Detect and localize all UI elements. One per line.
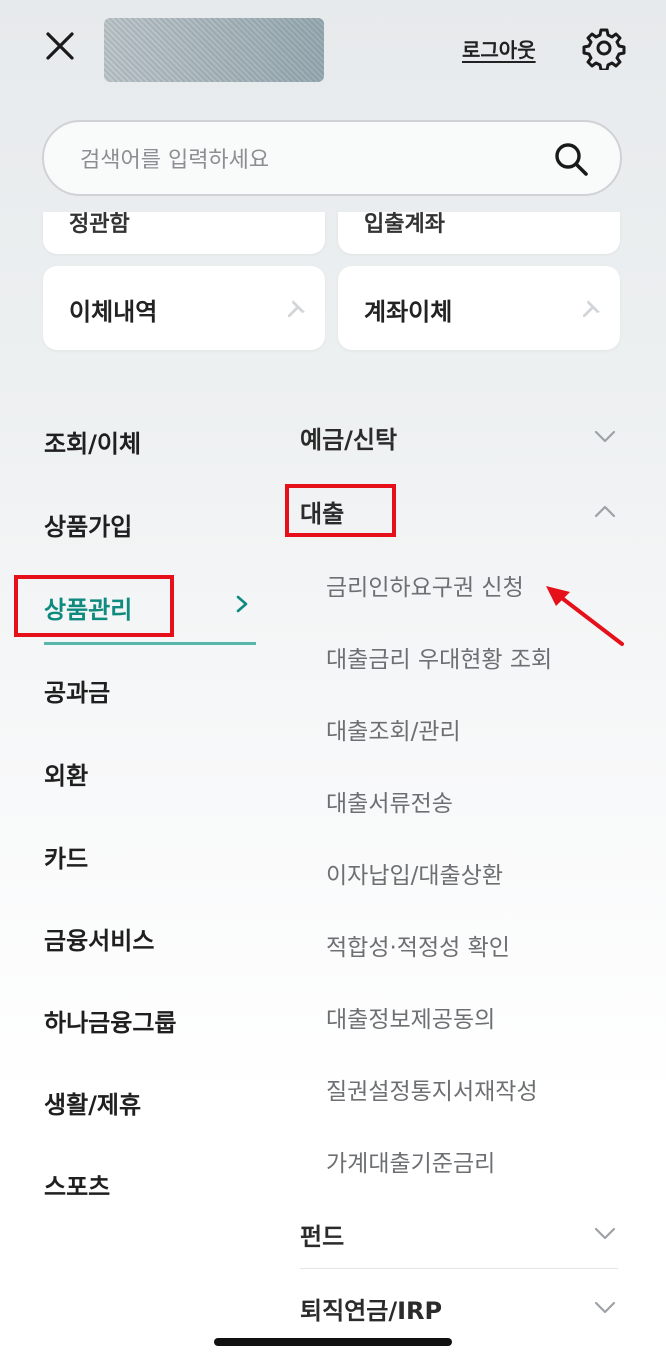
category-retirement-pension[interactable]: 퇴직연금/IRP xyxy=(300,1291,442,1326)
loan-item-preferential-rate[interactable]: 대출금리 우대현황 조회 xyxy=(326,640,552,674)
gear-icon xyxy=(582,28,626,72)
quick-card-partial-label: 입출계좌 xyxy=(364,212,445,237)
logout-link[interactable]: 로그아웃 xyxy=(462,34,536,63)
active-nav-underline xyxy=(44,642,256,645)
quick-card-label: 계좌이체 xyxy=(364,298,453,326)
loan-item-interest-repayment[interactable]: 이자납입/대출상환 xyxy=(326,856,503,890)
close-button[interactable] xyxy=(40,26,80,66)
loan-item-suitability-check[interactable]: 적합성·적정성 확인 xyxy=(326,928,510,962)
highlight-box-loan xyxy=(285,484,396,537)
quick-card-partial-label: 정관함 xyxy=(69,212,130,237)
chevron-down-icon[interactable] xyxy=(594,1301,616,1315)
chevron-down-icon[interactable] xyxy=(594,1227,616,1241)
left-nav-item-financial-services[interactable]: 금융서비스 xyxy=(44,921,154,956)
left-nav-item-lifestyle-partnership[interactable]: 생활/제휴 xyxy=(44,1085,141,1120)
search-bar xyxy=(42,120,622,196)
pin-icon[interactable] xyxy=(580,298,602,320)
search-icon[interactable] xyxy=(552,140,590,178)
quick-card-transfer-history[interactable]: 이체내역 xyxy=(43,266,325,350)
chevron-down-icon[interactable] xyxy=(594,430,616,444)
quick-card-account-transfer[interactable]: 계좌이체 xyxy=(338,266,620,350)
left-nav-item-sports[interactable]: 스포츠 xyxy=(44,1167,110,1202)
pin-icon[interactable] xyxy=(285,298,307,320)
category-divider xyxy=(300,1268,618,1269)
home-indicator xyxy=(214,1338,452,1346)
left-nav-item-utility-bills[interactable]: 공과금 xyxy=(44,673,110,708)
loan-item-document-send[interactable]: 대출서류전송 xyxy=(326,784,453,818)
user-name-blurred xyxy=(104,18,324,82)
loan-item-rate-cut-request[interactable]: 금리인하요구권 신청 xyxy=(326,568,524,602)
loan-item-pledge-notice[interactable]: 질권설정통지서재작성 xyxy=(326,1072,538,1106)
loan-item-info-consent[interactable]: 대출정보제공동의 xyxy=(326,1000,495,1034)
left-nav-item-product-signup[interactable]: 상품가입 xyxy=(44,507,132,542)
chevron-right-icon xyxy=(236,595,248,613)
left-nav-item-hana-group[interactable]: 하나금융그룹 xyxy=(44,1003,176,1038)
red-arrow-annotation xyxy=(546,586,624,646)
quick-card-partial[interactable]: 입출계좌 xyxy=(338,212,620,254)
highlight-box-product-management xyxy=(14,575,174,637)
loan-item-inquiry-management[interactable]: 대출조회/관리 xyxy=(326,712,461,746)
close-icon xyxy=(46,32,74,60)
quick-card-label: 이체내역 xyxy=(69,298,158,326)
loan-item-base-rate[interactable]: 가계대출기준금리 xyxy=(326,1144,495,1178)
quick-card-partial[interactable]: 정관함 xyxy=(43,212,325,254)
left-nav-item-inquiry-transfer[interactable]: 조회/이체 xyxy=(44,424,141,459)
category-deposit-trust[interactable]: 예금/신탁 xyxy=(300,420,397,455)
category-fund[interactable]: 펀드 xyxy=(300,1217,344,1252)
chevron-up-icon[interactable] xyxy=(594,504,616,518)
search-input[interactable] xyxy=(78,142,542,178)
left-nav-item-foreign-exchange[interactable]: 외환 xyxy=(44,756,88,791)
left-nav-item-card[interactable]: 카드 xyxy=(44,839,88,874)
settings-button[interactable] xyxy=(582,26,626,72)
